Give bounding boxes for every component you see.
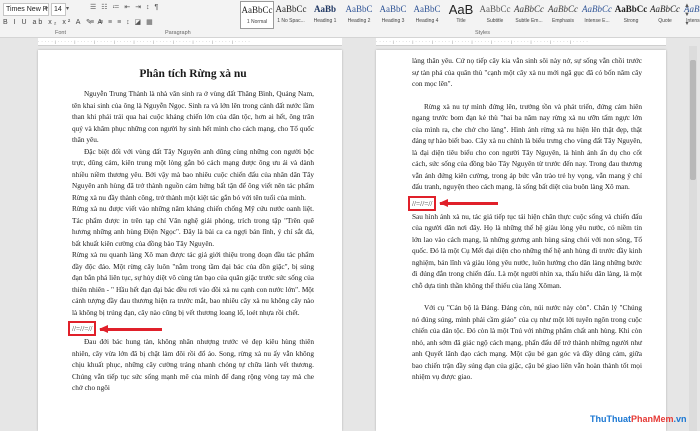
paragraph: Sau hình ảnh xà nu, tác giả tiếp tục tái… [412,211,642,290]
paragraph: Nguyễn Trung Thành là nhà văn sinh ra ở … [72,89,314,144]
watermark-text-suffix: .vn [673,414,687,424]
style-tile[interactable]: AaBbCc Subtitle [478,1,512,29]
style-name-label: Heading 4 [415,18,439,24]
style-tile[interactable]: AaBbCc Subtle Em... [512,1,546,29]
styles-gallery: AaBbCc 1 Normal AaBbCc 1 No Spac... AaBb Head… [240,1,700,29]
style-tile[interactable]: AaBb Heading 1 [308,1,342,29]
style-preview: AaB [448,2,474,17]
font-size-box[interactable]: 14 [51,3,66,16]
style-tile[interactable]: AaBbCc Emphasis [546,1,580,29]
style-name-label: Quote [658,18,672,24]
style-name-label: 1 No Spac... [277,18,305,24]
paragraph-align-icons[interactable]: ≡ ≡ ≡ ≡ ↕ ◪ ▦ [90,18,154,26]
style-preview: AaBbCc [514,4,544,14]
style-name-label: Subtitle [486,18,504,24]
style-preview: AaBb [313,4,336,14]
paragraph: Rừng xà nu quanh làng Xô man được tác gi… [72,250,314,317]
paragraph: Đặc biệt đối với vùng đất Tây Nguyên anh… [72,146,314,202]
paragraph: làng thân yêu. Cứ nọ tiếp cây kia vẫn si… [412,56,642,88]
font-format-icons[interactable]: B I U ab x₂ x² A ✎ A [3,18,104,26]
gallery-scroll-icons[interactable]: ▲ ▼ ▾ [682,2,692,29]
styles-group-label: Styles [475,30,490,36]
style-name-label: Heading 1 [313,18,337,24]
font-group-label: Font [55,30,67,36]
page-break-marker[interactable]: //=//=// [68,321,97,336]
red-arrow-icon [99,324,163,333]
style-tile[interactable]: AaBbCc 1 No Spac... [274,1,308,29]
left-page[interactable]: Phân tích Rừng xà nu Nguyễn Trung Thành … [38,50,342,431]
style-tile[interactable]: AaBbCc Quote [648,1,682,29]
style-tile[interactable]: AaBbCc Strong [614,1,648,29]
style-preview: AaBbCc [650,4,680,14]
font-name-dropdown-icon[interactable]: ▾ [45,5,48,12]
font-size-dropdown-icon[interactable]: ▾ [66,5,69,12]
style-name-label: Intense E... [584,18,610,24]
style-preview: AaBbCc [479,4,511,14]
style-preview: AaBbC [413,4,441,14]
font-name-box[interactable]: Times New Roma [3,3,49,16]
paragraph: Đau đới bác hung tàn, không nhân nhượng … [72,337,314,392]
red-arrow-icon [439,199,499,207]
paragraph-list-icons[interactable]: ☰ ☷ ≔ ⇤ ⇥ ↕ ¶ [90,3,160,11]
style-name-label: Emphasis [552,18,574,24]
style-preview: AaBbCc [582,4,612,14]
right-page[interactable]: làng thân yêu. Cứ nọ tiếp cây kia vẫn si… [376,50,666,431]
style-tile[interactable]: AaBbCc 1 Normal [240,1,274,29]
page-break-marker[interactable]: //=//=// [408,195,437,211]
style-name-label: Heading 2 [347,18,371,24]
ruler-right: ·····|·····|·····|·····|·····|·····|····… [376,38,666,46]
style-tile[interactable]: AaBbC Heading 2 [342,1,376,29]
style-preview: AaBbCc [614,4,648,14]
style-name-label: 1 Normal [246,19,268,25]
style-name-label: Title [456,18,466,24]
watermark-text-blue: ThuThuat [590,414,631,424]
style-preview: AaBbCc [548,4,578,14]
ruler-left: ·····|·····|·····|·····|·····|·····|····… [38,38,342,46]
watermark-logo: ThuThuatPhanMem.vn [590,414,687,424]
style-preview: AaBbC [379,4,407,14]
scrollbar-thumb[interactable] [690,60,696,180]
style-tile[interactable]: AaBbCc Intense E... [580,1,614,29]
paragraph: Rừng xà nu tự mình đứng lên, trưởng tồn … [412,101,642,192]
style-name-label: Heading 3 [381,18,405,24]
ribbon: Times New Roma ▾ 14 ▾ B I U ab x₂ x² A ✎… [0,0,700,38]
style-name-label: Subtle Em... [515,18,543,24]
paragraph: Rừng xà nu được viết vào những năm kháng… [72,204,314,248]
document-title: Phân tích Rừng xà nu [139,68,247,80]
style-name-label: Strong [623,18,639,24]
paragraph-group-label: Paragraph [165,30,191,36]
style-preview: AaBbCc [241,5,273,15]
style-tile[interactable]: AaBbC Heading 4 [410,1,444,29]
watermark-text-red: PhanMem [631,414,674,424]
paragraph: Với cụ "Cán bộ là Đảng. Đảng còn, núi nư… [412,303,642,381]
style-tile[interactable]: AaBbC Heading 3 [376,1,410,29]
style-preview: AaBbCc [275,4,307,14]
style-tile[interactable]: AaB Title [444,1,478,29]
style-preview: AaBbC [345,4,373,14]
